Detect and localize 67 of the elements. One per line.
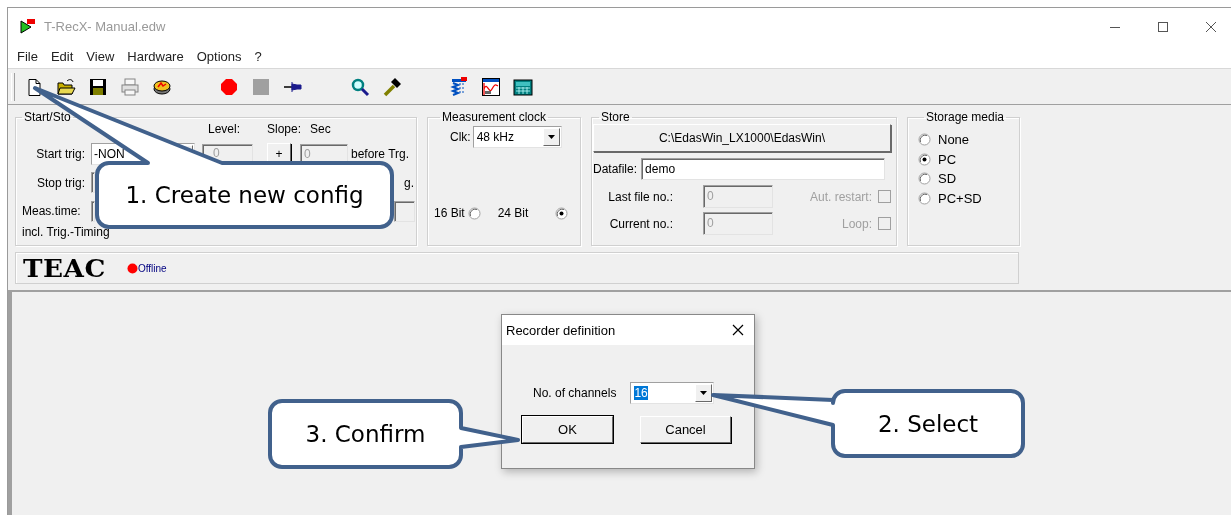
- open-folder-icon[interactable]: [56, 76, 76, 97]
- field-label: No. of channels: [533, 386, 617, 400]
- radio-label: None: [938, 132, 970, 148]
- field-label: Start trig:: [35, 147, 86, 161]
- radio-button[interactable]: [918, 133, 931, 147]
- keypad-icon[interactable]: [513, 76, 533, 97]
- close-icon[interactable]: [1205, 20, 1217, 33]
- record-icon[interactable]: [219, 76, 239, 97]
- field-note: incl. Trig.-Timing: [21, 224, 110, 239]
- cancel-button[interactable]: Cancel: [640, 416, 731, 443]
- menu-item[interactable]: File: [11, 49, 44, 64]
- group-title: Storage media: [925, 110, 1006, 124]
- path-button[interactable]: C:\EdasWin_LX1000\EdasWin\: [593, 124, 891, 152]
- ok-button[interactable]: OK: [522, 416, 613, 443]
- app-icon: [19, 18, 35, 35]
- radio-label: 16 Bit: [434, 206, 465, 220]
- maximize-icon[interactable]: [1157, 20, 1169, 33]
- radio-button[interactable]: [918, 191, 931, 205]
- menu-item[interactable]: Hardware: [121, 49, 190, 64]
- field-label: before Trg.: [350, 147, 411, 161]
- radio-label: 24 Bit: [497, 206, 529, 220]
- search-icon[interactable]: [350, 76, 370, 97]
- column-header: Level:: [207, 122, 242, 136]
- input-field[interactable]: [394, 200, 415, 222]
- checkbox-label: Loop:: [840, 216, 872, 231]
- radio-label: SD: [938, 171, 957, 187]
- group-title: Measurement clock: [441, 110, 548, 124]
- callout-text: 2. Select: [877, 410, 979, 437]
- dialog-title: Recorder definition: [506, 322, 616, 338]
- field-label: Last file no.:: [607, 189, 673, 204]
- input-field[interactable]: demo: [641, 158, 886, 180]
- radio-button[interactable]: [918, 172, 931, 186]
- radio-button[interactable]: [918, 152, 931, 166]
- radio-label: PC+SD: [938, 190, 982, 206]
- menu-item[interactable]: ?: [248, 49, 268, 64]
- close-icon[interactable]: [732, 324, 744, 336]
- status-text: Offline: [137, 262, 167, 274]
- brand-logo: TEAC: [23, 253, 106, 283]
- callout-text: 1. Create new config: [125, 182, 364, 208]
- caret-icon: [547, 135, 555, 139]
- input-field[interactable]: [91, 200, 95, 222]
- menu-item[interactable]: Options: [190, 49, 248, 64]
- field-label: Meas.time:: [22, 204, 82, 218]
- chart-window-icon[interactable]: [481, 76, 501, 97]
- callout-text: 3. Confirm: [305, 421, 426, 447]
- field-label: g.: [403, 175, 414, 190]
- radio-label: PC: [938, 151, 957, 167]
- field-label: Datafile:: [593, 162, 638, 176]
- radio-button[interactable]: [467, 206, 481, 220]
- group-title: Start/Sto: [23, 110, 72, 124]
- signal-chip-icon[interactable]: [449, 76, 469, 97]
- field-label: Stop trig:: [35, 175, 86, 190]
- column-header: Sec: [309, 122, 332, 136]
- field-label: Current no.:: [608, 216, 673, 231]
- caret-icon: [700, 391, 708, 395]
- input-field[interactable]: [91, 172, 95, 193]
- group-title: Store: [600, 110, 631, 124]
- window-title: T-RecX- Manual.edw: [44, 19, 167, 34]
- checkbox-label: Aut. restart:: [808, 189, 872, 204]
- field-label: Clk:: [450, 130, 471, 144]
- dropdown[interactable]: 16: [630, 382, 715, 404]
- menu-item[interactable]: View: [80, 49, 121, 64]
- menu-item[interactable]: Edit: [44, 49, 80, 64]
- column-header: Slope:: [267, 122, 300, 136]
- radio-button[interactable]: [555, 206, 569, 220]
- dropdown[interactable]: 48 kHz: [472, 126, 562, 148]
- hammer-icon[interactable]: [382, 76, 402, 97]
